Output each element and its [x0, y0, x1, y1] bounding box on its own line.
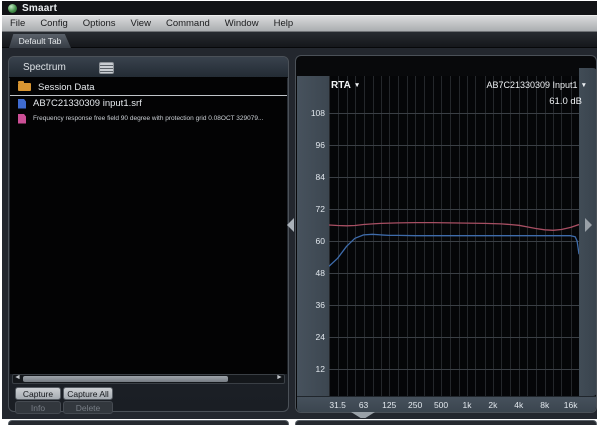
y-tick-label: 84	[315, 172, 325, 182]
scroll-right-icon[interactable]: ►	[275, 374, 284, 382]
menu-item-window[interactable]: Window	[225, 18, 259, 29]
dropdown-caret-icon: ▼	[353, 82, 361, 89]
scroll-left-icon[interactable]: ◄	[13, 374, 22, 382]
title-bar: Smaart	[2, 1, 597, 15]
graph-panel: RTA ▼ AB7C21330309 Input1 ▼ 61.0 dB 108 96 8…	[295, 55, 597, 413]
tree-item-label: Frequency response free field 90 degree …	[33, 115, 264, 122]
x-tick-label: 63	[358, 400, 369, 410]
menu-item-options[interactable]: Options	[83, 18, 116, 29]
input-dropdown[interactable]: AB7C21330309 Input1 ▼	[486, 80, 587, 90]
menu-item-file[interactable]: File	[10, 18, 25, 29]
hamburger-icon[interactable]	[99, 62, 114, 74]
rta-plot-svg	[328, 76, 580, 396]
x-tick-label: 125	[382, 400, 397, 410]
session-data-tree: Session Data AB7C21330309 input1.srf Frequ…	[10, 77, 287, 374]
splitter-left-arrow-icon[interactable]	[287, 218, 294, 232]
spectrum-panel-title: Spectrum	[23, 61, 66, 73]
tab-label: Default Tab	[18, 36, 62, 46]
x-tick-label: 250	[408, 400, 423, 410]
x-tick-label: 8k	[540, 400, 550, 410]
app-title: Smaart	[22, 2, 58, 14]
capture-button[interactable]: Capture	[15, 387, 61, 400]
x-tick-label: 1k	[462, 400, 472, 410]
delete-button[interactable]: Delete	[63, 401, 113, 414]
tab-default[interactable]: Default Tab	[9, 34, 71, 48]
level-readout: 61.0 dB	[549, 96, 582, 107]
menu-item-help[interactable]: Help	[274, 18, 294, 29]
smaart-logo-icon	[8, 3, 17, 13]
tree-item-label: Session Data	[38, 81, 95, 93]
dropdown-caret-icon: ▼	[580, 82, 587, 89]
tree-item[interactable]: Frequency response free field 90 degree …	[10, 111, 287, 126]
tree-item[interactable]: AB7C21330309 input1.srf	[10, 96, 287, 111]
menu-item-command[interactable]: Command	[166, 18, 210, 29]
right-scroll-strip[interactable]	[579, 68, 596, 396]
scrollbar-thumb[interactable]	[23, 376, 228, 382]
collapsed-panel-edge	[8, 420, 289, 425]
info-button[interactable]: Info	[15, 401, 61, 414]
splitter-right-arrow-icon[interactable]	[585, 218, 592, 232]
rta-plot-area[interactable]	[328, 76, 580, 396]
y-tick-label: 24	[315, 332, 325, 342]
x-tick-label: 16k	[563, 400, 578, 410]
y-tick-label: 12	[315, 364, 325, 374]
capture-all-button[interactable]: Capture All	[63, 387, 113, 400]
tree-item[interactable]: Session Data	[10, 79, 287, 96]
menu-item-view[interactable]: View	[131, 18, 151, 29]
y-tick-label: 36	[315, 300, 325, 310]
menu-item-config[interactable]: Config	[40, 18, 67, 29]
y-axis: 108 96 84 72 60 48 36 24 12	[297, 76, 329, 396]
y-tick-label: 48	[315, 268, 325, 278]
y-tick-label: 96	[315, 140, 325, 150]
graph-header: RTA ▼ AB7C21330309 Input1 ▼ 61.0 dB	[296, 76, 596, 110]
tab-bar: Default Tab	[2, 32, 597, 48]
x-tick-label: 4k	[514, 400, 524, 410]
captured-trace-curve	[328, 221, 580, 231]
file-icon	[18, 98, 26, 109]
y-tick-label: 72	[315, 204, 325, 214]
graph-mode-label: RTA	[331, 80, 351, 91]
file-icon	[18, 113, 26, 124]
graph-mode-dropdown[interactable]: RTA ▼	[331, 80, 360, 91]
x-axis: 31.5 63 125 250 500 1k 2k 4k 8k 16k	[297, 396, 596, 412]
tree-item-label: AB7C21330309 input1.srf	[33, 98, 142, 109]
menu-bar: File Config Options View Command Window Help	[2, 15, 597, 32]
horizontal-scrollbar[interactable]: ◄ ►	[12, 374, 285, 384]
rta-live-input-curve	[328, 233, 580, 267]
x-tick-label: 31.5	[329, 400, 346, 410]
x-tick-label: 2k	[488, 400, 498, 410]
x-tick-label: 500	[433, 400, 449, 410]
workspace: Spectrum Session Data AB7C21330309 input1…	[2, 48, 597, 419]
spectrum-panel: Spectrum Session Data AB7C21330309 input1…	[8, 56, 289, 414]
collapsed-panel-edge	[295, 420, 597, 425]
input-dropdown-label: AB7C21330309 Input1	[486, 80, 578, 90]
folder-icon	[18, 81, 31, 91]
spectrum-panel-header: Spectrum	[9, 57, 288, 78]
splitter-down-arrow-icon[interactable]	[351, 412, 375, 418]
y-tick-label: 60	[315, 236, 325, 246]
